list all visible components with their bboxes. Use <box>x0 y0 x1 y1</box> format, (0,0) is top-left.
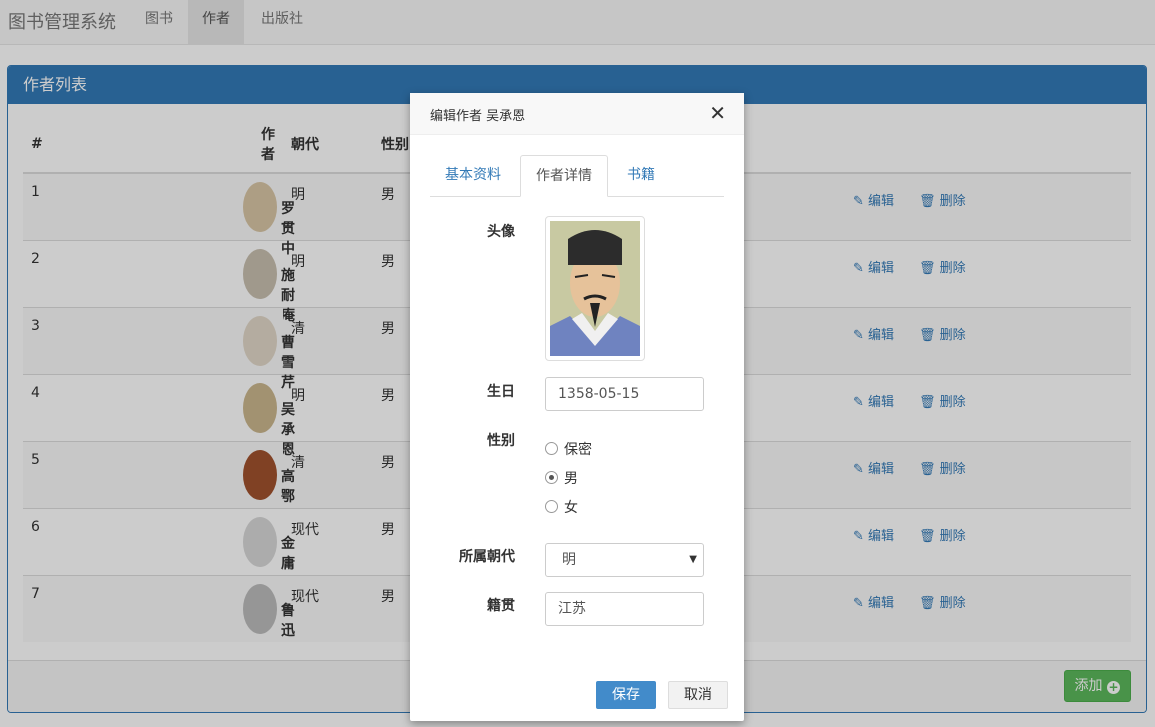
gender-option-female[interactable]: 女 <box>545 497 578 517</box>
gender-label: 性别 <box>487 433 515 449</box>
save-button[interactable]: 保存 <box>596 681 656 709</box>
cancel-button[interactable]: 取消 <box>668 681 728 709</box>
chevron-down-icon: ▼ <box>689 554 697 565</box>
modal-header: 编辑作者 吴承恩 ✕ <box>410 93 744 135</box>
gender-option-label: 女 <box>564 500 578 516</box>
gender-option-label: 保密 <box>564 442 592 458</box>
birthday-input[interactable]: 1358-05-15 <box>545 377 704 411</box>
dynasty-selected-value: 明 <box>562 552 576 568</box>
author-portrait-icon <box>550 221 640 356</box>
radio-checked-icon[interactable] <box>545 471 558 484</box>
dynasty-label: 所属朝代 <box>459 549 515 565</box>
tab-basic-info[interactable]: 基本资料 <box>430 155 516 197</box>
hometown-label: 籍贯 <box>487 598 515 614</box>
gender-option-secret[interactable]: 保密 <box>545 439 592 459</box>
close-icon[interactable]: ✕ <box>709 103 726 123</box>
modal-title: 编辑作者 吴承恩 <box>430 109 526 124</box>
radio-icon[interactable] <box>545 442 558 455</box>
modal-tabs: 基本资料 作者详情 书籍 <box>430 155 724 197</box>
dynasty-select[interactable]: 明 ▼ <box>545 543 704 577</box>
radio-icon[interactable] <box>545 500 558 513</box>
hometown-input[interactable]: 江苏 <box>545 592 704 626</box>
tab-author-details[interactable]: 作者详情 <box>520 155 608 197</box>
birthday-label: 生日 <box>487 384 515 400</box>
tab-books[interactable]: 书籍 <box>612 155 670 197</box>
edit-author-modal: 编辑作者 吴承恩 ✕ 基本资料 作者详情 书籍 头像 生日 1358-05-15… <box>410 93 744 721</box>
gender-option-male[interactable]: 男 <box>545 468 578 488</box>
gender-option-label: 男 <box>564 471 578 487</box>
avatar-label: 头像 <box>487 224 515 240</box>
avatar-image[interactable] <box>545 216 645 361</box>
